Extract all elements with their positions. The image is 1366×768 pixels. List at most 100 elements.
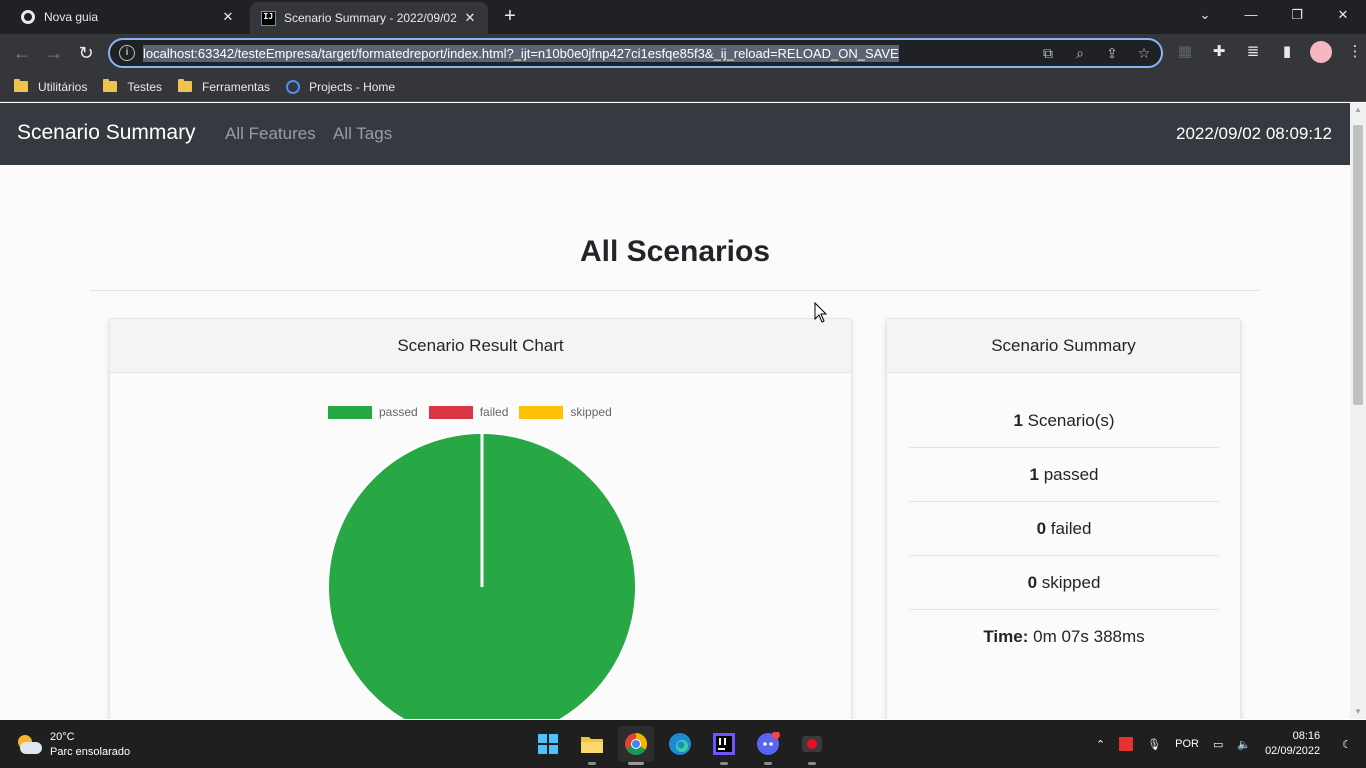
windows-icon bbox=[538, 734, 558, 754]
taskbar-clock[interactable]: 08:16 02/09/2022 bbox=[1265, 729, 1320, 759]
profile-avatar[interactable] bbox=[1310, 41, 1332, 63]
navbar-brand[interactable]: Scenario Summary bbox=[17, 121, 196, 145]
extension-icon[interactable]: ▦ bbox=[1174, 41, 1196, 63]
legend-swatch bbox=[519, 405, 564, 419]
taskbar-discord[interactable] bbox=[750, 726, 786, 765]
pie-chart-wrapper bbox=[326, 431, 638, 719]
clock-date: 02/09/2022 bbox=[1265, 745, 1321, 757]
scroll-thumb[interactable] bbox=[1353, 125, 1363, 405]
bookmark-testes[interactable]: Testes bbox=[103, 79, 163, 94]
legend-item-failed[interactable]: failed bbox=[428, 405, 509, 419]
legend-label: failed bbox=[479, 405, 509, 419]
time-value: 0m 07s 388ms bbox=[1033, 627, 1145, 646]
summary-count: 0 bbox=[1027, 573, 1038, 592]
microphone-icon[interactable]: 🎙 bbox=[1147, 738, 1161, 751]
windows-taskbar: 20°C Parc ensolarado ⌃ 🎙 POR ▭ 🔈 08:16 0… bbox=[0, 720, 1366, 768]
tab-nova-guia[interactable]: Nova guia ✕ bbox=[8, 0, 246, 34]
side-panel-icon[interactable]: ▮ bbox=[1276, 41, 1298, 63]
media-control-icon[interactable]: ≣ bbox=[1242, 41, 1264, 63]
file-explorer-icon bbox=[581, 737, 603, 753]
zoom-icon[interactable]: ⌕ bbox=[1071, 44, 1089, 62]
anydesk-icon[interactable] bbox=[1119, 737, 1134, 751]
bookmark-ferramentas[interactable]: Ferramentas bbox=[178, 79, 271, 94]
translate-icon[interactable]: ⧉ bbox=[1039, 44, 1057, 62]
summary-count: 1 bbox=[1013, 411, 1023, 430]
tab-title: Nova guia bbox=[44, 10, 99, 24]
chrome-icon bbox=[625, 733, 647, 755]
time-label: Time: bbox=[983, 627, 1029, 646]
tab-scenario-summary[interactable]: IJ Scenario Summary - 2022/09/02 ✕ bbox=[250, 2, 488, 34]
summary-label: skipped bbox=[1041, 573, 1101, 592]
summary-row-time: Time: 0m 07s 388ms bbox=[909, 610, 1219, 664]
bookmark-utilitarios[interactable]: Utilitários bbox=[14, 79, 88, 94]
bookmark-label: Ferramentas bbox=[202, 79, 271, 94]
clock-time: 08:16 bbox=[1292, 730, 1321, 742]
weather-widget[interactable]: 20°C Parc ensolarado bbox=[16, 730, 130, 760]
nav-link-all-tags[interactable]: All Tags bbox=[333, 124, 392, 144]
legend-swatch bbox=[328, 405, 372, 419]
scroll-up-icon[interactable]: ▲ bbox=[1350, 103, 1366, 117]
scenario-result-chart-card: Scenario Result Chart passed failed skippe… bbox=[109, 318, 852, 719]
language-indicator[interactable]: POR bbox=[1175, 738, 1199, 750]
summary-count: 0 bbox=[1036, 519, 1047, 538]
volume-icon[interactable]: 🔈 bbox=[1237, 738, 1251, 751]
intellij-icon bbox=[713, 733, 735, 755]
bookmark-star-icon[interactable]: ☆ bbox=[1135, 44, 1153, 62]
extensions-puzzle-icon[interactable]: ✚ bbox=[1208, 41, 1230, 63]
legend-label: skipped bbox=[570, 405, 612, 419]
system-tray: ⌃ 🎙 POR ▭ 🔈 08:16 02/09/2022 ☾ bbox=[1096, 720, 1366, 768]
pie-chart bbox=[327, 432, 637, 719]
close-icon[interactable]: ✕ bbox=[458, 10, 482, 26]
taskbar-recorder[interactable] bbox=[794, 726, 830, 765]
url-text[interactable]: localhost:63342/testeEmpresa/target/form… bbox=[143, 44, 899, 62]
bookmark-label: Projects - Home bbox=[309, 79, 396, 94]
legend-item-skipped[interactable]: skipped bbox=[519, 405, 612, 419]
menu-icon[interactable]: ⋮ bbox=[1344, 41, 1366, 63]
new-tab-button[interactable]: + bbox=[498, 5, 522, 29]
taskbar-edge[interactable] bbox=[662, 726, 698, 762]
taskbar-file-explorer[interactable] bbox=[574, 726, 610, 765]
summary-row-passed: 1 passed bbox=[909, 448, 1219, 502]
restore-button[interactable]: ❐ bbox=[1274, 0, 1320, 30]
summary-label: Scenario(s) bbox=[1027, 411, 1115, 430]
mouse-cursor-icon bbox=[814, 302, 828, 323]
bookmark-label: Testes bbox=[127, 79, 163, 94]
intellij-icon: IJ bbox=[260, 10, 276, 26]
chevron-up-icon[interactable]: ⌃ bbox=[1096, 738, 1105, 751]
folder-icon bbox=[103, 79, 118, 92]
summary-label: failed bbox=[1050, 519, 1092, 538]
legend-item-passed[interactable]: passed bbox=[328, 405, 418, 419]
chrome-icon bbox=[20, 9, 36, 25]
page-title: All Scenarios bbox=[579, 235, 771, 268]
weather-description: Parc ensolarado bbox=[50, 746, 131, 758]
network-icon[interactable]: ▭ bbox=[1213, 738, 1223, 751]
bookmark-projects-home[interactable]: Projects - Home bbox=[286, 79, 396, 94]
scroll-down-icon[interactable]: ▼ bbox=[1350, 705, 1366, 719]
legend-label: passed bbox=[379, 405, 418, 419]
page-scrollbar[interactable]: ▲ ▼ bbox=[1350, 103, 1366, 719]
reload-icon[interactable]: ↻ bbox=[74, 41, 98, 65]
moon-icon[interactable]: ☾ bbox=[1342, 738, 1352, 751]
summary-label: passed bbox=[1043, 465, 1099, 484]
edge-icon bbox=[669, 733, 691, 755]
tab-search-icon[interactable]: ⌄ bbox=[1182, 0, 1228, 30]
summary-row-skipped: 0 skipped bbox=[909, 556, 1219, 610]
forward-icon[interactable]: → bbox=[42, 41, 66, 65]
back-icon[interactable]: ← bbox=[10, 41, 34, 65]
screen-recorder-icon bbox=[802, 736, 822, 752]
folder-icon bbox=[178, 79, 193, 92]
minimize-button[interactable]: — bbox=[1228, 0, 1274, 30]
close-icon[interactable]: ✕ bbox=[216, 9, 240, 25]
nav-link-all-features[interactable]: All Features bbox=[225, 124, 316, 144]
taskbar-intellij[interactable] bbox=[706, 726, 742, 765]
card-title: Scenario Result Chart bbox=[110, 319, 851, 373]
address-bar[interactable]: i localhost:63342/testeEmpresa/target/fo… bbox=[108, 38, 1163, 68]
share-icon[interactable]: ⇪ bbox=[1103, 44, 1121, 62]
bookmark-label: Utilitários bbox=[38, 79, 88, 94]
bookmarks-bar: Utilitários Testes Ferramentas Projects … bbox=[0, 72, 1366, 102]
site-info-icon[interactable]: i bbox=[119, 45, 135, 61]
summary-count: 1 bbox=[1029, 465, 1039, 484]
close-window-button[interactable]: ✕ bbox=[1320, 0, 1366, 30]
taskbar-chrome[interactable] bbox=[618, 726, 654, 765]
start-button[interactable] bbox=[530, 726, 566, 762]
